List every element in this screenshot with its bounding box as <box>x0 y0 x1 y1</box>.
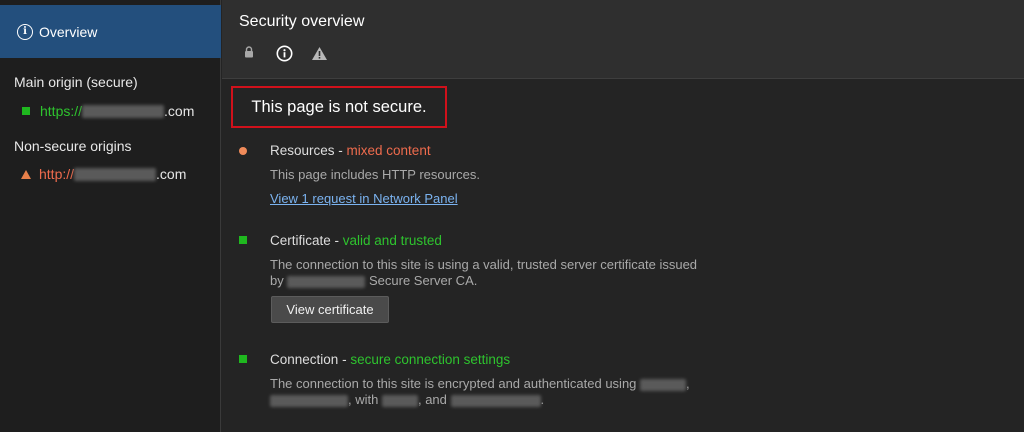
nonsecure-origins-heading: Non-secure origins <box>14 138 132 154</box>
origin-scheme: http:// <box>39 166 75 182</box>
lock-icon[interactable] <box>243 44 255 60</box>
sidebar-item-label: Overview <box>39 23 98 40</box>
origin-suffix: .com <box>156 166 187 182</box>
sidebar-item-nonsecure-origin[interactable]: http:// .com <box>21 166 187 182</box>
redacted-text <box>287 275 366 288</box>
connection-desc-line1: The connection to this site is encrypted… <box>270 376 637 391</box>
connection-desc-comma: , <box>686 376 690 391</box>
secure-square-icon <box>22 107 30 115</box>
sidebar-item-overview[interactable]: i Overview <box>0 5 221 58</box>
certificate-description: The connection to this site is using a v… <box>270 257 750 289</box>
secure-square-icon <box>239 236 247 244</box>
certificate-desc-line1: The connection to this site is using a v… <box>270 257 698 272</box>
connection-title: Connection - secure connection settings <box>270 352 510 367</box>
connection-label: Connection <box>270 352 339 367</box>
separator: - <box>338 352 351 367</box>
info-icon[interactable] <box>275 44 293 62</box>
resources-title: Resources - mixed content <box>270 143 431 158</box>
resources-label: Resources <box>270 143 335 158</box>
resources-description: This page includes HTTP resources. <box>270 167 481 182</box>
security-summary: This page is not secure. <box>231 86 447 128</box>
connection-description: The connection to this site is encrypted… <box>270 376 750 408</box>
origin-scheme: https:// <box>40 103 83 119</box>
connection-desc-and: , and <box>417 392 447 407</box>
secure-square-icon <box>239 355 247 363</box>
connection-desc-with: , with <box>348 392 379 407</box>
redacted-text <box>381 394 418 407</box>
connection-status: secure connection settings <box>350 352 511 367</box>
separator: - <box>330 233 343 248</box>
certificate-desc-prefix: by <box>270 273 284 288</box>
info-icon: i <box>17 23 33 40</box>
page-title: Security overview <box>239 13 365 30</box>
separator: - <box>334 143 347 158</box>
mixed-content-dot-icon <box>239 147 247 155</box>
security-main-panel: This page is not secure. Resources - mix… <box>222 80 1024 432</box>
security-header: Security overview <box>222 0 1024 79</box>
certificate-label: Certificate <box>270 233 331 248</box>
sidebar: i Overview Main origin (secure) https://… <box>0 0 221 432</box>
view-network-requests-link[interactable]: View 1 request in Network Panel <box>270 191 458 206</box>
certificate-title: Certificate - valid and trusted <box>270 233 442 248</box>
redacted-text <box>640 378 687 391</box>
warning-icon[interactable] <box>310 44 328 62</box>
origin-suffix: .com <box>164 103 195 119</box>
redacted-text <box>270 394 348 407</box>
certificate-status: valid and trusted <box>342 233 442 248</box>
redacted-text <box>74 167 157 181</box>
connection-desc-end: . <box>540 392 545 407</box>
certificate-desc-suffix: Secure Server CA. <box>368 273 478 288</box>
sidebar-item-main-origin[interactable]: https:// .com <box>22 103 194 119</box>
resources-status: mixed content <box>346 143 431 158</box>
main-origin-heading: Main origin (secure) <box>14 74 138 90</box>
warning-triangle-icon <box>21 169 31 179</box>
security-summary-text: This page is not secure. <box>251 97 427 116</box>
redacted-text <box>450 394 541 407</box>
view-certificate-button[interactable]: View certificate <box>271 296 389 323</box>
redacted-text <box>82 104 165 118</box>
